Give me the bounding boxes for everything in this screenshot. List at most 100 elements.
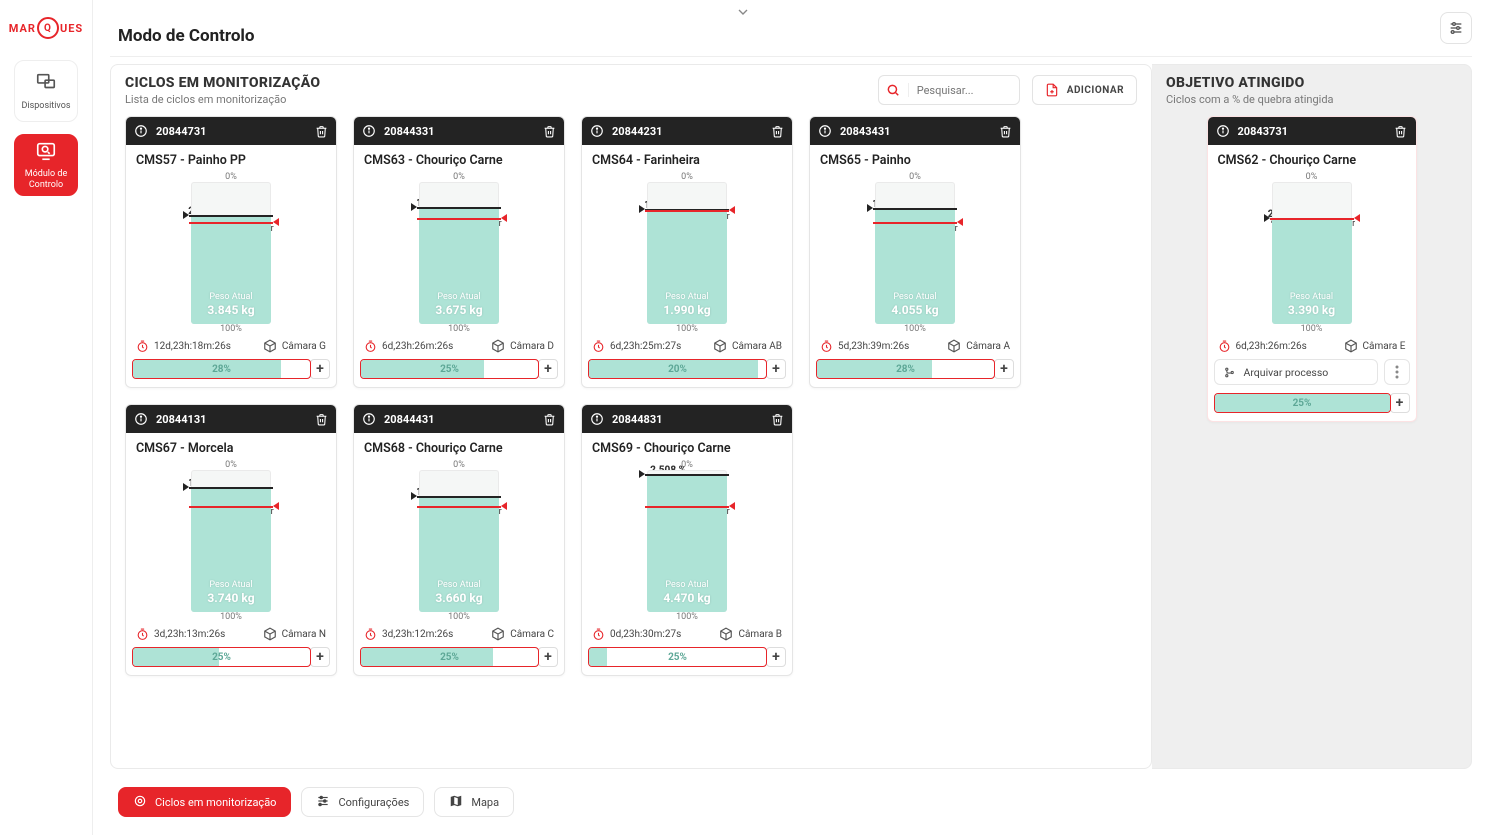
- progress-bar[interactable]: 20%: [588, 359, 767, 379]
- progress-add-button[interactable]: +: [1390, 393, 1410, 413]
- target-line: [645, 506, 729, 508]
- info-icon: [1216, 124, 1230, 138]
- tab-mapa[interactable]: Mapa: [434, 787, 514, 817]
- info-icon: [590, 124, 604, 138]
- card-delete-button[interactable]: [312, 122, 330, 140]
- search-icon: [879, 83, 909, 97]
- elapsed-time: 12d,23h:18m:26s: [136, 340, 231, 353]
- progress-add-button[interactable]: +: [310, 359, 330, 379]
- card-id: 20844831: [612, 413, 762, 426]
- target-line: [1270, 218, 1354, 220]
- card-delete-button[interactable]: [540, 410, 558, 428]
- progress-bar[interactable]: 28%: [132, 359, 311, 379]
- progress-bar[interactable]: 25%: [1214, 393, 1391, 413]
- card-chart: 0% 23.406 %% perdida 28 %% a perder Peso…: [126, 170, 336, 335]
- sidebar-item-modulo-controlo[interactable]: Módulo de Controlo: [14, 134, 78, 196]
- target-line: [189, 506, 273, 508]
- cycle-card: 20844231 CMS64 - Farinheira 0% 19.106 %%…: [581, 116, 793, 388]
- tab-label: Mapa: [471, 796, 499, 809]
- nav-label: Módulo de Controlo: [15, 169, 77, 190]
- progress-add-button[interactable]: +: [766, 359, 786, 379]
- lost-line: [417, 496, 501, 498]
- card-delete-button[interactable]: [1392, 122, 1410, 140]
- progress-bar[interactable]: 25%: [588, 647, 767, 667]
- target-line: [189, 222, 273, 224]
- scale-bottom: 100%: [364, 612, 554, 622]
- target-marker-icon: [957, 218, 963, 226]
- lost-line: [873, 208, 957, 210]
- add-cycle-button[interactable]: ADICIONAR: [1032, 75, 1137, 105]
- card-more-button[interactable]: [1384, 359, 1410, 385]
- card-info-button[interactable]: [816, 122, 834, 140]
- sidebar-item-dispositivos[interactable]: Dispositivos: [14, 60, 78, 122]
- card-id: 20843431: [840, 125, 990, 138]
- camera-label: Câmara D: [491, 339, 554, 353]
- card-id: 20844331: [384, 125, 534, 138]
- cycle-card: 20844331 CMS63 - Chouriço Carne 0% 17.41…: [353, 116, 565, 388]
- card-info-button[interactable]: [360, 410, 378, 428]
- progress-add-button[interactable]: +: [766, 647, 786, 667]
- card-title: CMS64 - Farinheira: [582, 145, 792, 170]
- top-settings-button[interactable]: [1440, 12, 1472, 44]
- card-info-button[interactable]: [588, 122, 606, 140]
- current-weight: Peso Atual1.990 kg: [647, 292, 727, 318]
- target-marker-icon: [273, 502, 279, 510]
- target-line: [645, 210, 729, 212]
- scale-top: 0%: [136, 460, 326, 470]
- card-delete-button[interactable]: [312, 410, 330, 428]
- progress-add-button[interactable]: +: [538, 359, 558, 379]
- trash-icon: [315, 413, 328, 426]
- trash-icon: [543, 413, 556, 426]
- scale-top: 0%: [364, 460, 554, 470]
- current-weight: Peso Atual3.845 kg: [191, 292, 271, 318]
- card-info-button[interactable]: [132, 410, 150, 428]
- lost-line: [417, 207, 501, 209]
- card-delete-button[interactable]: [768, 122, 786, 140]
- card-delete-button[interactable]: [768, 410, 786, 428]
- archive-process-button[interactable]: Arquivar processo: [1214, 359, 1378, 385]
- progress-add-button[interactable]: +: [538, 647, 558, 667]
- target-marker-icon: [273, 218, 279, 226]
- logo-q-icon: Q: [37, 17, 59, 39]
- target-icon: [133, 794, 147, 811]
- cube-icon: [947, 339, 961, 353]
- elapsed-time: 3d,23h:12m:26s: [364, 628, 453, 641]
- logo-text-left: MAR: [9, 22, 36, 35]
- logo-text-right: UES: [60, 22, 83, 35]
- card-info-button[interactable]: [132, 122, 150, 140]
- card-delete-button[interactable]: [996, 122, 1014, 140]
- cube-icon: [263, 339, 277, 353]
- lost-line: [645, 474, 729, 476]
- progress-label: 28%: [212, 364, 231, 375]
- progress-bar[interactable]: 28%: [816, 359, 995, 379]
- search-input[interactable]: [909, 76, 1019, 104]
- cycle-card: 20843431 CMS65 - Painho 0% 18.246 %% per…: [809, 116, 1021, 388]
- trash-icon: [543, 125, 556, 138]
- stopwatch-icon: [364, 628, 377, 641]
- progress-label: 25%: [440, 652, 459, 663]
- progress-bar[interactable]: 25%: [360, 647, 539, 667]
- tab-ciclos[interactable]: Ciclos em monitorização: [118, 787, 291, 817]
- trash-icon: [315, 125, 328, 138]
- progress-add-button[interactable]: +: [310, 647, 330, 667]
- collapse-top-button[interactable]: [735, 4, 751, 24]
- card-info-button[interactable]: [1214, 122, 1232, 140]
- stopwatch-icon: [592, 628, 605, 641]
- brand-logo: MAR Q UES: [0, 8, 92, 48]
- progress-add-button[interactable]: +: [994, 359, 1014, 379]
- card-info-button[interactable]: [360, 122, 378, 140]
- progress-bar[interactable]: 25%: [360, 359, 539, 379]
- search-box[interactable]: [878, 75, 1020, 105]
- progress-label: 25%: [212, 652, 231, 663]
- card-delete-button[interactable]: [540, 122, 558, 140]
- scale-bottom: 100%: [364, 324, 554, 334]
- tab-configuracoes[interactable]: Configurações: [301, 787, 424, 817]
- target-marker-icon: [729, 206, 735, 214]
- card-info-button[interactable]: [588, 410, 606, 428]
- cycle-card: 20844731 CMS57 - Painho PP 0% 23.406 %% …: [125, 116, 337, 388]
- sidebar-separator: [92, 0, 93, 835]
- progress-bar[interactable]: 25%: [132, 647, 311, 667]
- target-line: [873, 222, 957, 224]
- scale-bottom: 100%: [1218, 324, 1406, 334]
- info-icon: [134, 124, 148, 138]
